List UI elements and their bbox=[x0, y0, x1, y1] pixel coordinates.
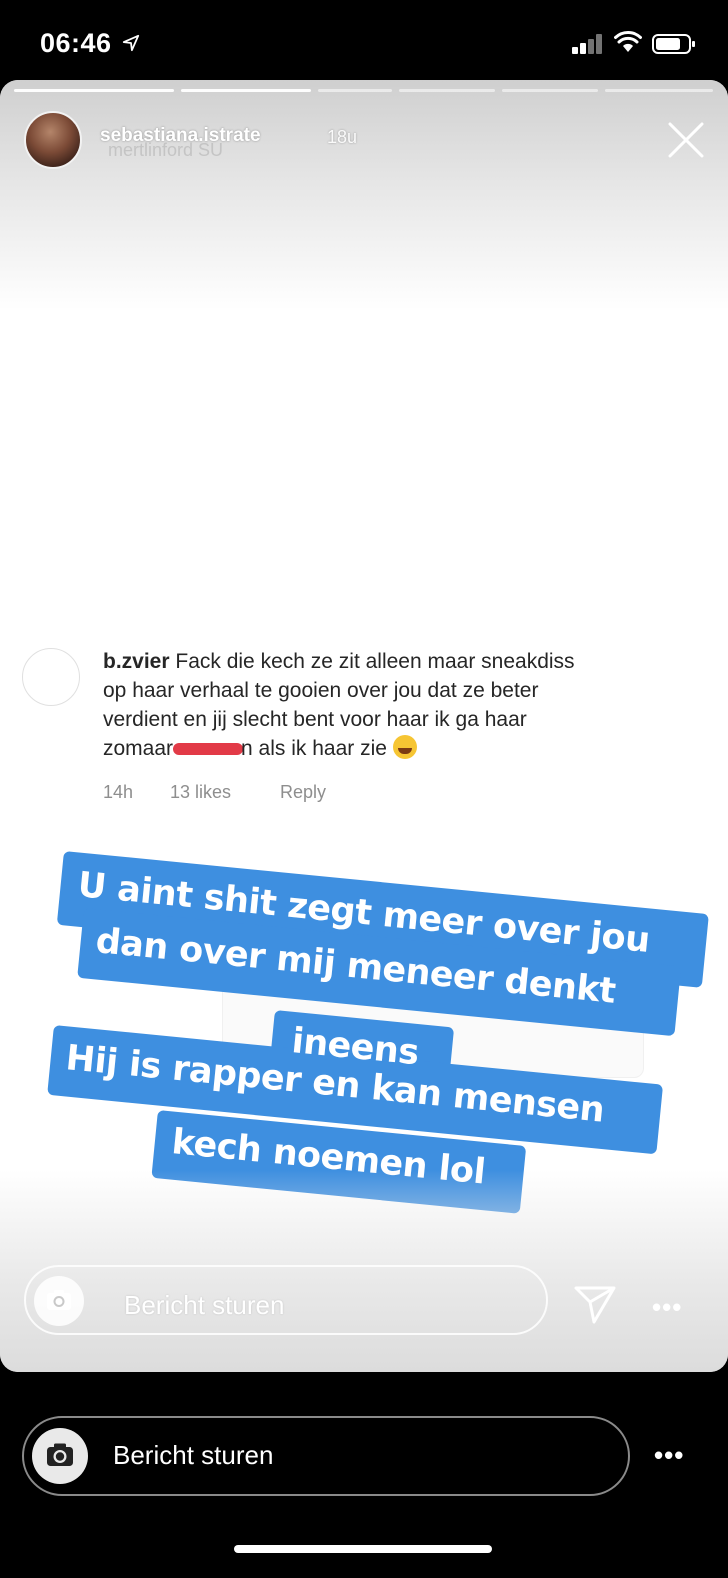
story-avatar[interactable] bbox=[24, 111, 82, 169]
story-top-shade bbox=[0, 80, 728, 310]
status-time: 06:46 bbox=[40, 28, 112, 58]
progress-segment bbox=[399, 89, 495, 92]
progress-segment bbox=[318, 89, 392, 92]
cellular-signal-icon bbox=[572, 32, 606, 54]
progress-segment bbox=[502, 89, 598, 92]
camera-button[interactable] bbox=[32, 1428, 88, 1484]
send-icon bbox=[574, 1286, 616, 1324]
story-timestamp: 18u bbox=[327, 127, 358, 147]
comment-reply-link: Reply bbox=[280, 782, 327, 802]
wifi-icon bbox=[614, 30, 642, 52]
story-more-icon: ••• bbox=[652, 1292, 683, 1322]
comment-time: 14h bbox=[103, 782, 134, 802]
comment-line-2: op haar verhaal te gooien over jou dat z… bbox=[103, 679, 539, 702]
comment-likes: 13 likes bbox=[170, 782, 232, 802]
progress-segment bbox=[605, 89, 713, 92]
story-username[interactable]: sebastiana.istrate bbox=[100, 125, 261, 147]
comment-line-4b: n als ik haar zie bbox=[241, 737, 387, 760]
comment-line-1: Fack die kech ze zit alleen maar sneakdi… bbox=[175, 650, 575, 673]
progress-segment bbox=[14, 89, 174, 92]
progress-segment bbox=[181, 89, 311, 92]
message-placeholder[interactable]: Bericht sturen bbox=[113, 1440, 273, 1471]
close-icon[interactable] bbox=[664, 118, 708, 162]
comment-username: b.zvier bbox=[103, 650, 170, 673]
home-indicator[interactable] bbox=[234, 1545, 492, 1553]
comment: b.zvier Fack die kech ze zit alleen maar… bbox=[103, 647, 703, 763]
status-bar: 06:46 bbox=[0, 0, 728, 80]
comment-line-4a: zomaar bbox=[103, 737, 174, 760]
story-reply-field bbox=[24, 1265, 548, 1335]
comment-avatar bbox=[22, 648, 80, 706]
battery-icon bbox=[652, 34, 695, 54]
camera-icon bbox=[47, 1443, 73, 1466]
more-options-icon[interactable]: ••• bbox=[654, 1440, 684, 1471]
laughing-emoji-icon bbox=[392, 735, 417, 759]
story-reply-placeholder: Bericht sturen bbox=[124, 1290, 285, 1320]
comment-line-3: verdient en jij slecht bent voor haar ik… bbox=[103, 708, 527, 731]
location-arrow-icon bbox=[122, 34, 140, 52]
story-viewer[interactable]: mertlinford SU sebastiana.istrate 18u b.… bbox=[0, 80, 728, 1372]
story-camera-icon bbox=[34, 1276, 84, 1326]
redaction-scribble bbox=[173, 743, 244, 756]
